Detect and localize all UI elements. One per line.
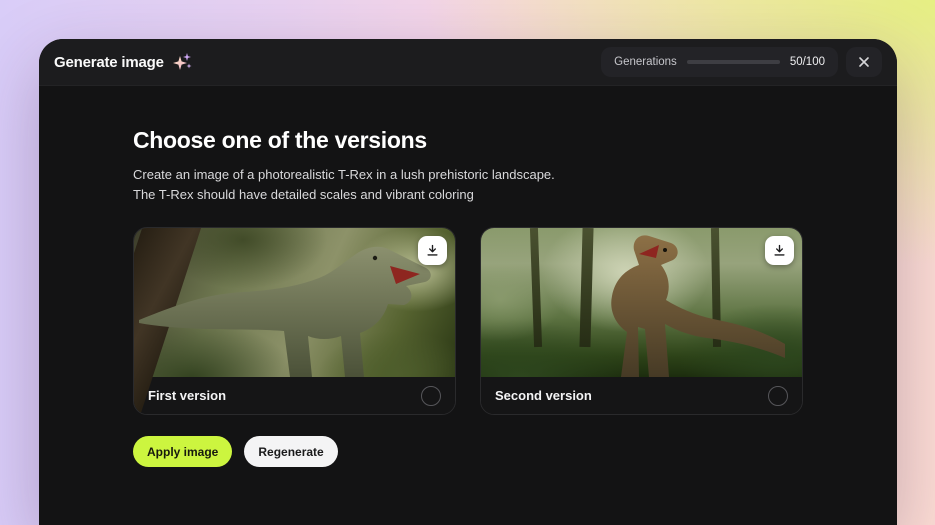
card-footer-second: Second version <box>481 377 802 414</box>
prompt-description: Create an image of a photorealistic T-Re… <box>133 165 803 205</box>
version-card-first[interactable]: First version <box>133 227 456 415</box>
close-button[interactable] <box>846 47 882 77</box>
version-card-second[interactable]: Second version <box>480 227 803 415</box>
generate-image-panel: Generate image Generations 50/100 <box>39 39 897 525</box>
panel-header: Generate image Generations 50/100 <box>39 39 897 86</box>
version-label-second: Second version <box>495 388 592 403</box>
close-icon <box>858 56 870 68</box>
download-first-button[interactable] <box>418 236 447 265</box>
download-icon <box>425 243 440 258</box>
page-title: Choose one of the versions <box>133 127 803 154</box>
download-icon <box>772 243 787 258</box>
radio-first-version[interactable] <box>421 386 441 406</box>
panel-content: Choose one of the versions Create an ima… <box>39 86 897 467</box>
prompt-description-line1: Create an image of a photorealistic T-Re… <box>133 165 803 185</box>
sparkles-icon <box>171 52 193 72</box>
action-buttons: Apply image Regenerate <box>133 436 803 467</box>
trex-illustration <box>481 228 803 377</box>
apply-image-button[interactable]: Apply image <box>133 436 232 467</box>
download-second-button[interactable] <box>765 236 794 265</box>
regenerate-button[interactable]: Regenerate <box>244 436 337 467</box>
card-footer-first: First version <box>134 377 455 414</box>
generations-label: Generations <box>614 56 677 68</box>
panel-title: Generate image <box>54 54 164 71</box>
generated-image-first <box>134 228 455 377</box>
prompt-description-line2: The T-Rex should have detailed scales an… <box>133 185 803 205</box>
header-right: Generations 50/100 <box>601 47 882 77</box>
radio-second-version[interactable] <box>768 386 788 406</box>
trex-illustration <box>134 228 456 377</box>
generations-counter: Generations 50/100 <box>601 47 838 77</box>
generations-progress-track <box>687 60 780 64</box>
version-label-first: First version <box>148 388 226 403</box>
generated-image-second <box>481 228 802 377</box>
generations-value: 50/100 <box>790 56 825 68</box>
version-cards: First version <box>133 227 803 415</box>
